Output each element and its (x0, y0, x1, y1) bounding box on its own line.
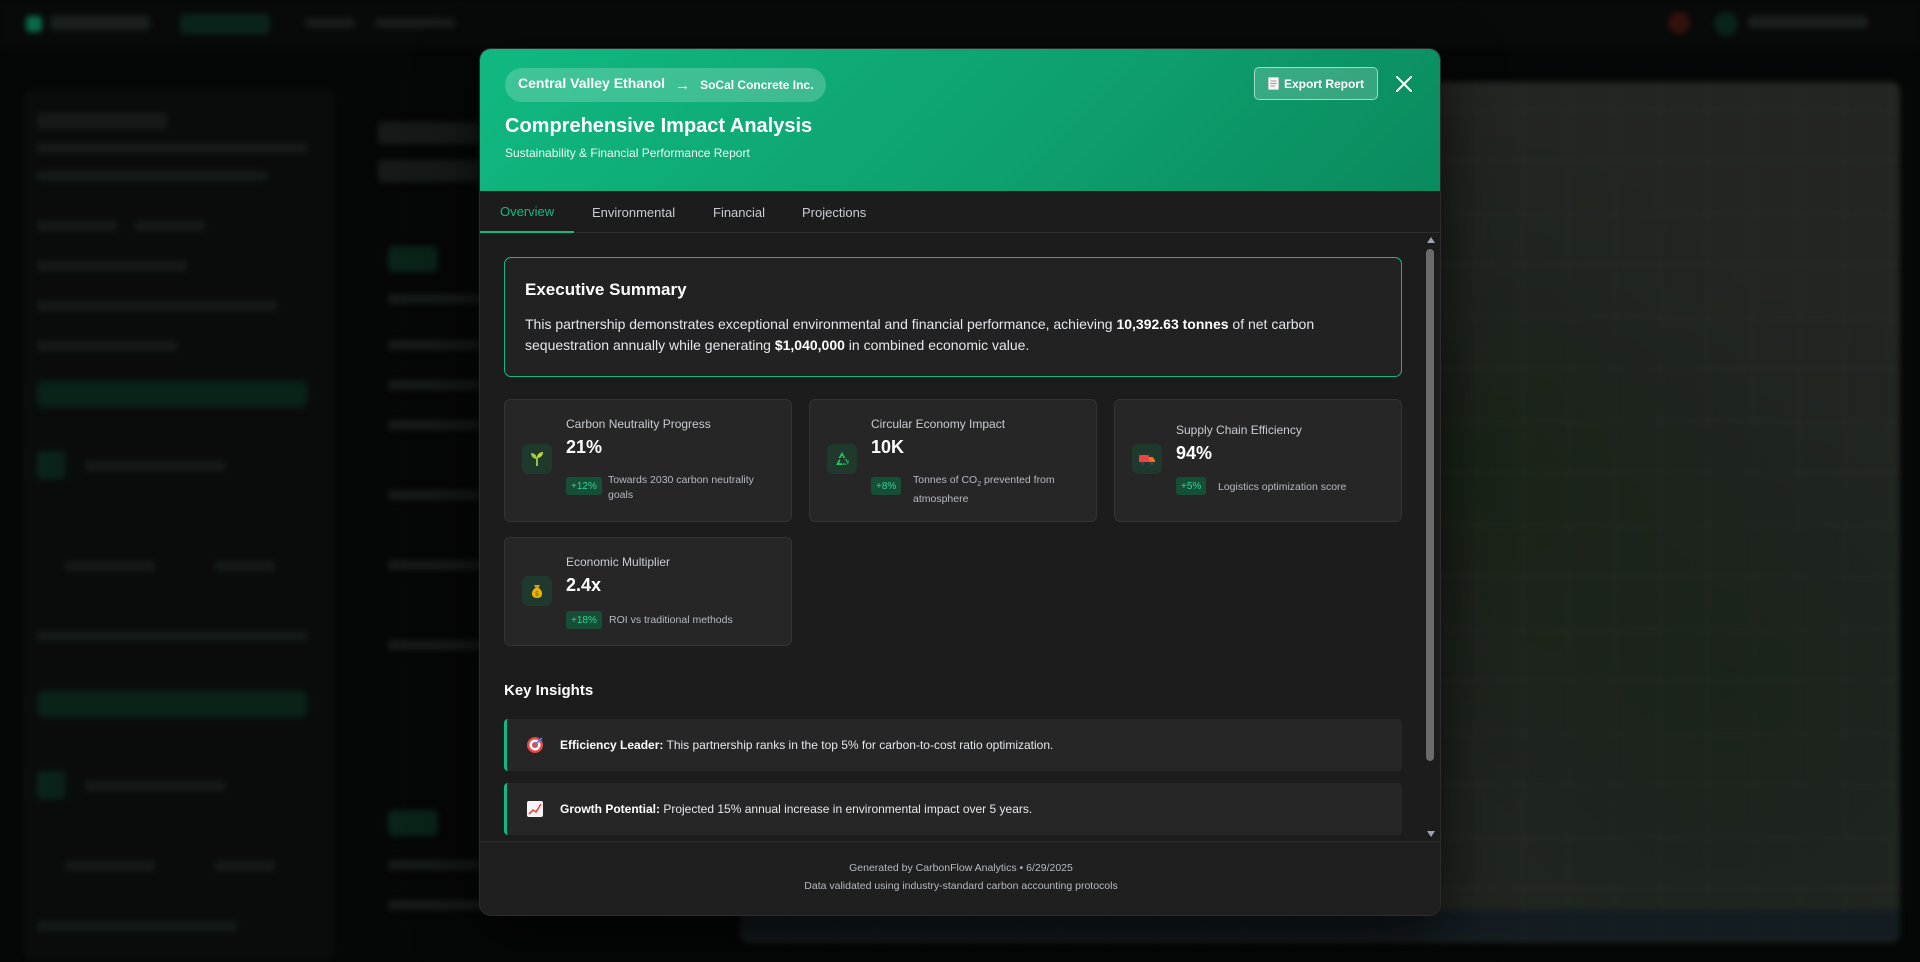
bg-sidebar (24, 90, 334, 960)
bg-logo-text (50, 16, 150, 30)
metric-label: Supply Chain Efficiency (1176, 423, 1302, 437)
export-report-label: Export Report (1283, 76, 1364, 91)
metric-change-badge: +18% (566, 611, 602, 629)
metric-value: 94% (1176, 443, 1213, 463)
metric-value: 2.4x (566, 575, 602, 595)
tab-projections[interactable]: Projections (802, 191, 866, 233)
tab-environmental[interactable]: Environmental (592, 191, 675, 233)
close-icon (1396, 76, 1412, 92)
scrollbar-thumb[interactable] (1426, 249, 1434, 761)
modal-footer: Generated by CarbonFlow Analytics • 6/29… (480, 841, 1440, 915)
recycle-icon (827, 444, 857, 474)
tab-projections-label: Projections (802, 204, 867, 220)
modal-subtitle: Sustainability & Financial Performance R… (505, 146, 750, 160)
insight-text: Growth Potential: Projected 15% annual i… (560, 802, 1033, 816)
modal-title: Comprehensive Impact Analysis (505, 115, 813, 137)
content-scrollbar[interactable] (1425, 235, 1437, 839)
route-pill: Central Valley Ethanol → SoCal Concrete … (505, 68, 827, 102)
metric-description: Logistics optimization score (1218, 481, 1347, 493)
tab-overview[interactable]: Overview (480, 191, 575, 233)
insight-item: Efficiency Leader: This partnership rank… (504, 719, 1402, 771)
insight-text: Efficiency Leader: This partnership rank… (560, 738, 1054, 752)
chart-increasing-icon (527, 801, 543, 817)
metric-card-circular-economy: Circular Economy Impact 10K +8% Tonnes o… (809, 399, 1097, 522)
bg-nav-item (305, 18, 355, 28)
tab-overview-label: Overview (500, 203, 555, 219)
bg-nav-item (375, 18, 455, 28)
close-button[interactable] (1394, 74, 1414, 94)
metric-label: Circular Economy Impact (871, 417, 1006, 431)
overview-panel: Executive Summary This partnership demon… (480, 233, 1440, 841)
tab-financial[interactable]: Financial (713, 191, 765, 233)
bg-topbar (0, 0, 1920, 48)
target-icon (527, 737, 543, 753)
metric-card-carbon-neutrality: Carbon Neutrality Progress 21% +12% Towa… (504, 399, 792, 522)
key-insights-title: Key Insights (504, 682, 594, 699)
route-to: SoCal Concrete Inc. (700, 78, 814, 92)
bg-logo-icon (26, 16, 42, 32)
impact-analysis-modal: Central Valley Ethanol → SoCal Concrete … (479, 48, 1441, 916)
tab-financial-label: Financial (713, 204, 766, 220)
bg-notification-icon (1668, 12, 1690, 34)
bg-avatar (1714, 12, 1738, 36)
bg-user-name (1748, 16, 1868, 28)
metric-change-badge: +12% (566, 477, 602, 495)
scroll-down-icon[interactable] (1427, 831, 1435, 837)
metric-label: Carbon Neutrality Progress (566, 417, 711, 431)
tab-bar: Overview Environmental Financial Project… (480, 191, 1440, 233)
metric-card-supply-chain: Supply Chain Efficiency 94% +5% Logistic… (1114, 399, 1402, 522)
route-from: Central Valley Ethanol (518, 75, 666, 91)
metric-description: Towards 2030 carbon neutrality goals (608, 474, 754, 501)
arrow-right-icon: → (675, 76, 691, 94)
metric-value: 10K (871, 437, 905, 457)
metric-change-badge: +8% (871, 477, 902, 495)
footer-generated-by: Generated by CarbonFlow Analytics • 6/29… (849, 862, 1073, 874)
metric-description: ROI vs traditional methods (609, 614, 733, 626)
tab-environmental-label: Environmental (592, 204, 676, 220)
executive-summary-text: This partnership demonstrates exceptiona… (525, 316, 1315, 353)
scroll-up-icon[interactable] (1427, 237, 1435, 243)
modal-header: Central Valley Ethanol → SoCal Concrete … (480, 49, 1440, 191)
insight-item: Growth Potential: Projected 15% annual i… (504, 783, 1402, 835)
truck-icon (1132, 444, 1162, 474)
bg-nav-item (180, 14, 270, 34)
export-report-button[interactable]: Export Report (1254, 67, 1378, 100)
executive-summary-card: Executive Summary This partnership demon… (504, 257, 1402, 377)
money-bag-icon: $ (522, 576, 552, 606)
metric-card-economic-multiplier: $ Economic Multiplier 2.4x +18% ROI vs t… (504, 537, 792, 646)
metric-change-badge: +5% (1176, 477, 1207, 495)
metric-description: Tonnes of CO2 prevented from atmosphere (913, 474, 1055, 506)
executive-summary-title: Executive Summary (525, 280, 687, 299)
metric-label: Economic Multiplier (566, 555, 671, 569)
document-icon (1267, 77, 1279, 90)
carbon-sequestration-value: 10,392.63 tonnes (1116, 316, 1229, 332)
economic-value: $1,040,000 (774, 337, 845, 353)
svg-text:$: $ (535, 590, 539, 598)
metric-value: 21% (566, 437, 603, 457)
footer-validation-note: Data validated using industry-standard c… (804, 880, 1118, 892)
seedling-icon (522, 444, 552, 474)
